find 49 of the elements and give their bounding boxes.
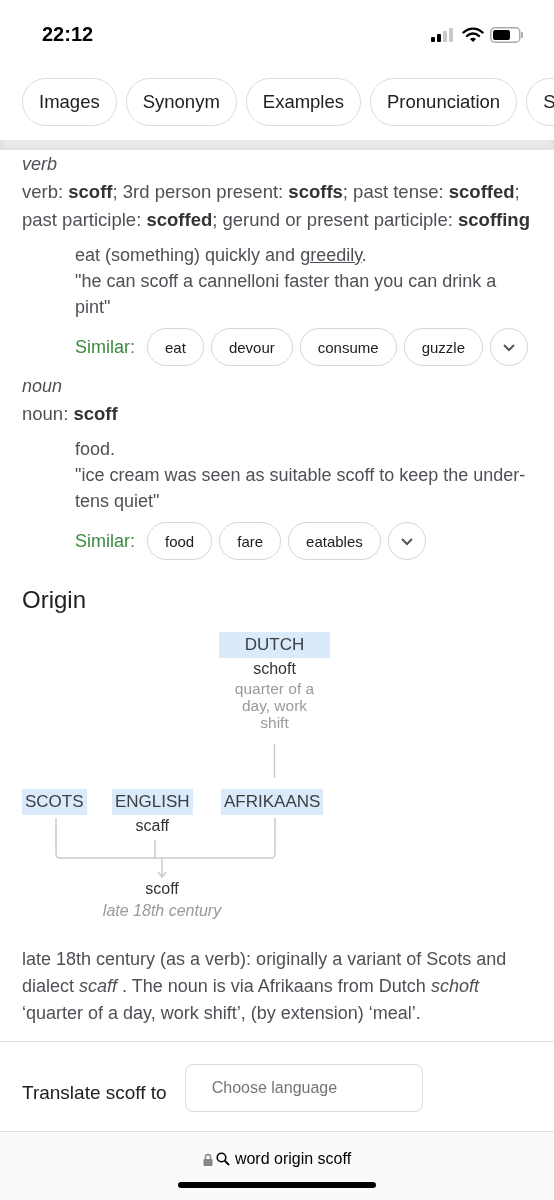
definition-text: food. [75, 439, 116, 459]
filter-chip[interactable]: Examples [245, 78, 362, 126]
similar-word-chip[interactable]: devour [210, 328, 293, 366]
definition-text: eat (something) quickly and [75, 245, 296, 265]
address-text[interactable]: word origin scoff [234, 1150, 352, 1168]
battery-icon [490, 27, 524, 43]
filter-chip[interactable]: S [526, 78, 554, 126]
similar-word-chip[interactable]: fare [219, 522, 282, 560]
expand-button[interactable] [490, 328, 528, 366]
origin-paragraph: late 18th century (as a verb): originally a variant of Scots and dialect scaff . The noun is via Afrikaans from Dutch schoft ‘quarter of a day, work shift’, (by extension) ‘meal’. [22, 948, 508, 1025]
similar-word-chip[interactable]: guzzle [403, 328, 483, 366]
filter-chip[interactable]: Synonym [125, 78, 237, 126]
language-label: ENGLISH [112, 789, 193, 815]
similar-word-chip[interactable]: food [147, 522, 213, 560]
connector-line [273, 744, 276, 778]
similar-word-chip[interactable]: eatables [288, 522, 381, 560]
similar-label: Similar: [75, 336, 135, 358]
headword: scoff [145, 879, 179, 899]
filter-chip[interactable]: Images [22, 78, 117, 126]
expand-button[interactable] [387, 522, 426, 560]
example-sentence: "he can scoff a cannelloni faster than you can drink a pint" [75, 270, 498, 319]
similar-label: Similar: [75, 530, 135, 552]
language-select[interactable]: Choose language [184, 1064, 423, 1112]
chevron-down-icon [399, 536, 414, 546]
part-of-speech: noun [22, 375, 64, 398]
language-label: DUTCH [219, 632, 330, 658]
definition-link[interactable]: greedily [300, 245, 362, 265]
part-of-speech: verb [22, 153, 58, 176]
arrow-down [157, 859, 167, 879]
language-label: AFRIKAANS [221, 789, 324, 815]
date-label: late 18th century [102, 901, 222, 921]
wifi-icon [462, 27, 484, 43]
etymon-gloss: quarter of a day, work shift [233, 680, 316, 731]
etymon-word: schoft [253, 659, 296, 679]
translate-label: Translate scoff to [22, 1081, 167, 1104]
etymon-word: scaff [135, 816, 170, 836]
signal-icon [430, 28, 456, 42]
chevron-down-icon [502, 342, 516, 352]
word-forms: noun: scoff [22, 402, 119, 426]
similar-word-chip[interactable]: consume [299, 328, 397, 366]
language-label: SCOTS [22, 789, 87, 815]
example-sentence: "ice cream was seen as suitable scoff to keep the under-tens quiet" [75, 464, 527, 513]
filter-chip[interactable]: Pronunciation [370, 78, 518, 126]
lock-icon [202, 1152, 213, 1166]
section-heading: Origin [22, 586, 88, 614]
word-forms: verb: scoff; 3rd person present: scoffs; past tense: scoffed; past participle: scoffed; gerund or present participle: scoffing [22, 180, 531, 232]
search-icon [215, 1152, 230, 1166]
similar-word-chip[interactable]: eat [147, 328, 204, 366]
status-time: 22:12 [42, 22, 94, 47]
